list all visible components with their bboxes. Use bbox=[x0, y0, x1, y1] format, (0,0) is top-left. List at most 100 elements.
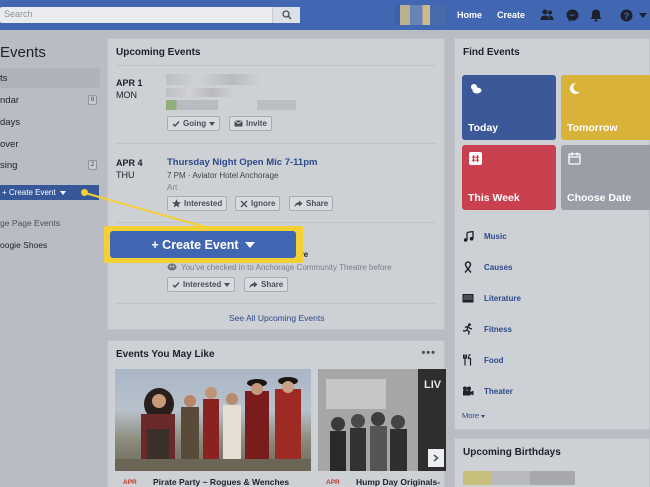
category-literature[interactable]: Literature bbox=[462, 291, 521, 305]
divider bbox=[116, 303, 436, 304]
find-events-heading: Find Events bbox=[463, 47, 520, 58]
sidebar-item-label: days bbox=[0, 116, 21, 128]
sidebar-item-hosting[interactable]: sing 2 bbox=[0, 155, 100, 175]
see-all-upcoming-events-link[interactable]: See All Upcoming Events bbox=[229, 313, 324, 323]
search-input[interactable]: Search bbox=[4, 9, 33, 19]
invite-button[interactable]: Invite bbox=[229, 116, 272, 131]
close-icon bbox=[240, 200, 248, 207]
ribbon-icon bbox=[462, 261, 474, 273]
share-label: Share bbox=[306, 199, 329, 208]
category-theater[interactable]: Theater bbox=[462, 384, 513, 398]
page-item-boogie-shoes[interactable]: oogie Shoes bbox=[0, 240, 47, 250]
share-label: Share bbox=[261, 280, 284, 289]
friend-requests-icon[interactable] bbox=[540, 8, 554, 22]
category-label: Literature bbox=[484, 293, 521, 303]
events-you-may-like-card: Events You May Like ••• APR Pirate Party… bbox=[107, 340, 446, 487]
weather-cloud-icon bbox=[471, 84, 482, 94]
hashtag-icon bbox=[469, 152, 482, 165]
event-photo-hump-day[interactable]: LIV bbox=[318, 369, 446, 471]
upcoming-birthdays-heading: Upcoming Birthdays bbox=[463, 447, 561, 458]
chevron-down-icon bbox=[481, 415, 486, 418]
home-link[interactable]: Home bbox=[457, 0, 482, 30]
event-weekday: THU bbox=[116, 170, 135, 180]
tile-label: Today bbox=[468, 122, 499, 134]
upcoming-birthdays-card: Upcoming Birthdays bbox=[454, 438, 650, 487]
share-button[interactable]: Share bbox=[289, 196, 334, 211]
category-causes[interactable]: Causes bbox=[462, 260, 512, 274]
category-label: Causes bbox=[484, 262, 513, 272]
blurred-birthday-avatars bbox=[463, 471, 575, 485]
more-categories-link[interactable]: More bbox=[462, 411, 486, 420]
book-icon bbox=[462, 292, 474, 304]
sidebar-item-calendar[interactable]: ndar 8 bbox=[0, 90, 100, 110]
profile-avatar-blurred[interactable] bbox=[395, 5, 445, 25]
account-menu-chevron-icon[interactable] bbox=[638, 8, 648, 22]
upcoming-events-card: Upcoming Events APR 1 MON Going Invite A… bbox=[107, 38, 445, 330]
going-label: Going bbox=[183, 119, 207, 128]
search-bar[interactable]: Search bbox=[0, 7, 300, 23]
tile-today[interactable]: Today bbox=[462, 75, 556, 140]
interested-button[interactable]: Interested bbox=[167, 196, 228, 211]
chevron-down-icon bbox=[224, 282, 231, 287]
event-title-hump-day[interactable]: Hump Day Originals- C bbox=[356, 477, 444, 487]
event-photo-pirate-party[interactable] bbox=[115, 369, 311, 471]
search-button[interactable] bbox=[272, 7, 300, 23]
blurred-event-details bbox=[166, 88, 236, 97]
event-title-pirate-party[interactable]: Pirate Party ~ Rogues & Wenches bbox=[153, 477, 289, 487]
share-button[interactable]: Share bbox=[244, 277, 289, 292]
event-date: APR 4 THU bbox=[116, 157, 143, 181]
category-music[interactable]: Music bbox=[462, 229, 507, 243]
envelope-icon bbox=[234, 120, 243, 127]
ignore-button[interactable]: Ignore bbox=[235, 196, 281, 211]
checkin-note: You've checked in to Anchorage Community… bbox=[181, 263, 392, 272]
event-date-tag: APR bbox=[123, 479, 137, 486]
chevron-right-icon bbox=[433, 454, 439, 462]
share-arrow-icon bbox=[294, 200, 303, 207]
event-month-day: APR 4 bbox=[116, 158, 143, 168]
running-person-icon bbox=[462, 323, 474, 335]
notifications-bell-icon[interactable] bbox=[589, 8, 603, 22]
svg-text:?: ? bbox=[623, 10, 629, 20]
check-icon bbox=[172, 281, 180, 288]
help-icon[interactable]: ? bbox=[619, 8, 633, 22]
sidebar-item-label: ndar bbox=[0, 94, 20, 106]
chevron-down-icon bbox=[209, 121, 216, 126]
event-date-tag: APR bbox=[326, 479, 340, 486]
sidebar-item-label: sing bbox=[0, 159, 18, 171]
tile-label: This Week bbox=[468, 192, 520, 204]
sidebar-item-label: over bbox=[0, 138, 19, 150]
hosting-count-badge: 2 bbox=[88, 160, 97, 170]
create-link[interactable]: Create bbox=[497, 0, 525, 30]
tile-tomorrow[interactable]: Tomorrow bbox=[561, 75, 650, 140]
category-food[interactable]: Food bbox=[462, 353, 504, 367]
interested-label: Interested bbox=[183, 280, 222, 289]
more-options-icon[interactable]: ••• bbox=[421, 347, 436, 359]
fork-knife-icon bbox=[462, 354, 474, 366]
sidebar-item-events[interactable]: ts bbox=[0, 68, 100, 88]
event-title-link[interactable]: Thursday Night Open Mic 7-11pm bbox=[167, 157, 317, 168]
checkin-icon bbox=[167, 263, 177, 271]
event-weekday: MON bbox=[116, 90, 137, 100]
carousel-next-button[interactable] bbox=[428, 449, 444, 467]
star-icon bbox=[172, 199, 181, 208]
going-button[interactable]: Going bbox=[167, 116, 221, 131]
tile-this-week[interactable]: This Week bbox=[462, 145, 556, 210]
category-fitness[interactable]: Fitness bbox=[462, 322, 512, 336]
messenger-icon[interactable] bbox=[565, 8, 579, 22]
tile-label: Choose Date bbox=[567, 192, 632, 204]
divider bbox=[116, 143, 436, 144]
sidebar-item-discover[interactable]: over bbox=[0, 134, 100, 154]
page-title: Events bbox=[0, 44, 46, 61]
calendar-icon bbox=[568, 152, 581, 165]
page-events-heading: ge Page Events bbox=[0, 218, 61, 228]
sidebar-item-birthdays[interactable]: days bbox=[0, 112, 100, 132]
invite-label: Invite bbox=[246, 119, 267, 128]
event-category: Art bbox=[167, 183, 178, 192]
interested-label: Interested bbox=[184, 199, 223, 208]
calendar-count-badge: 8 bbox=[88, 95, 97, 105]
create-event-button-enlarged[interactable]: + Create Event bbox=[110, 231, 296, 258]
moon-icon bbox=[569, 82, 580, 94]
interested-button[interactable]: Interested bbox=[167, 277, 236, 292]
blurred-event-title bbox=[166, 74, 264, 85]
tile-choose-date[interactable]: Choose Date bbox=[561, 145, 650, 210]
